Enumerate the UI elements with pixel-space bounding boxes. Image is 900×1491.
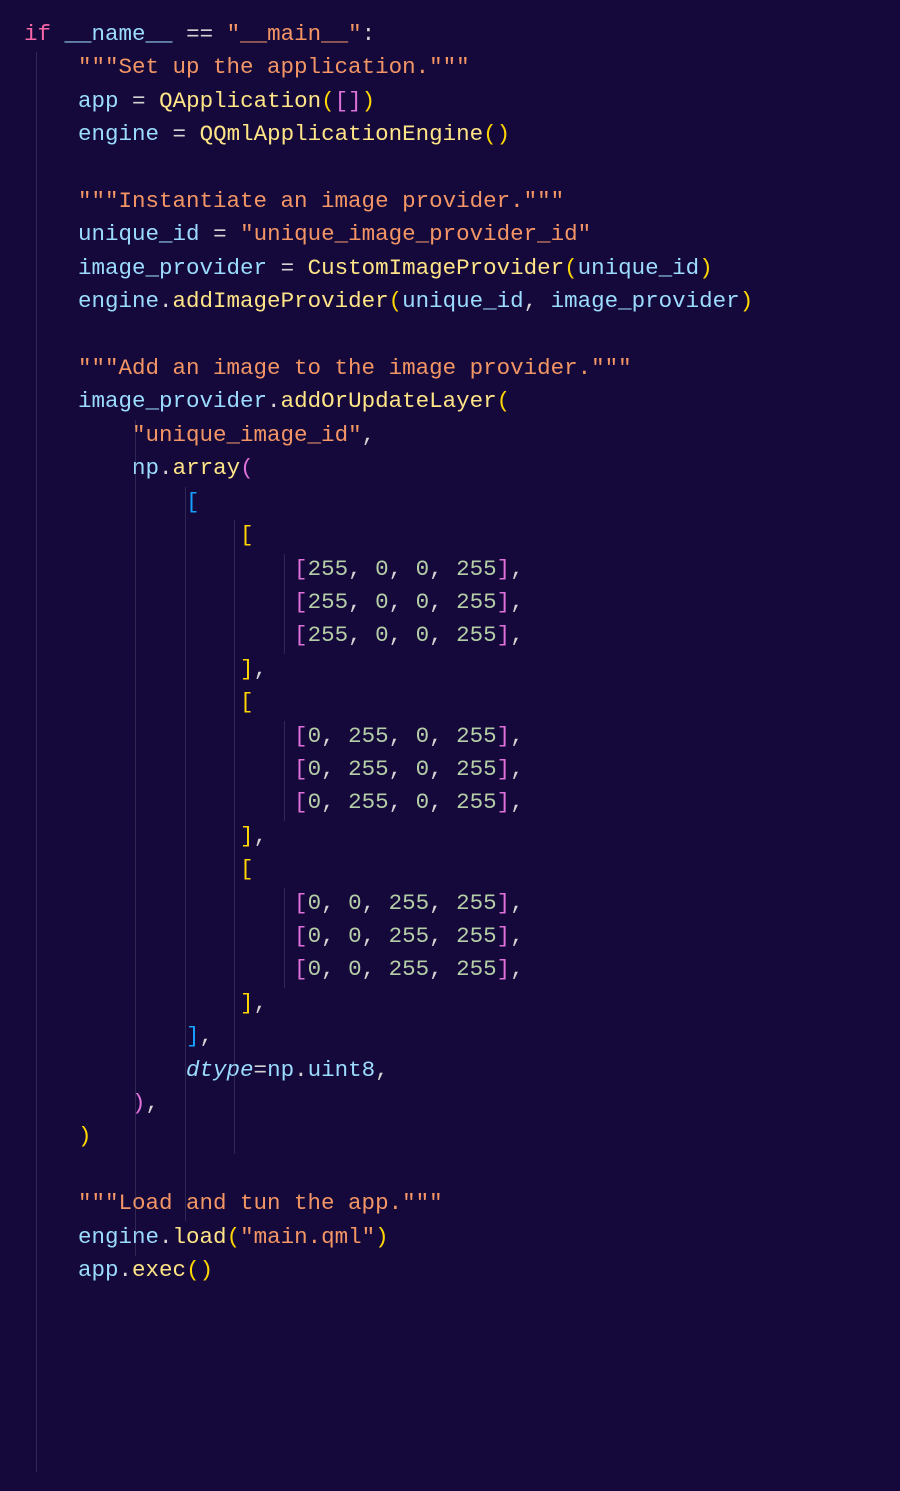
code-line: [ bbox=[24, 522, 254, 548]
code-line: dtype=np.uint8, bbox=[24, 1057, 389, 1083]
code-line: "unique_image_id", bbox=[24, 422, 375, 448]
call-addOrUpdateLayer: addOrUpdateLayer bbox=[281, 388, 497, 414]
code-line: ], bbox=[24, 656, 267, 682]
call-QQmlApplicationEngine: QQmlApplicationEngine bbox=[200, 121, 484, 147]
docstring: """Instantiate an image provider.""" bbox=[78, 188, 564, 214]
code-line: """Add an image to the image provider.""… bbox=[24, 355, 632, 381]
code-line: image_provider.addOrUpdateLayer( bbox=[24, 388, 510, 414]
string-unique-image-id: "unique_image_id" bbox=[132, 422, 362, 448]
call-array: array bbox=[173, 455, 241, 481]
docstring: """Add an image to the image provider.""… bbox=[78, 355, 632, 381]
code-line: engine = QQmlApplicationEngine() bbox=[24, 121, 510, 147]
code-line: """Load and tun the app.""" bbox=[24, 1190, 443, 1216]
code-line: [0, 255, 0, 255], bbox=[24, 789, 524, 815]
code-line bbox=[24, 322, 38, 348]
code-line: [ bbox=[24, 689, 254, 715]
string-unique-id: "unique_image_provider_id" bbox=[240, 221, 591, 247]
code-line bbox=[24, 155, 38, 181]
code-line: [0, 0, 255, 255], bbox=[24, 956, 524, 982]
string-main-qml: "main.qml" bbox=[240, 1224, 375, 1250]
call-CustomImageProvider: CustomImageProvider bbox=[308, 255, 565, 281]
code-line: [255, 0, 0, 255], bbox=[24, 622, 524, 648]
docstring: """Load and tun the app.""" bbox=[78, 1190, 443, 1216]
code-line: [0, 0, 255, 255], bbox=[24, 923, 524, 949]
code-line: image_provider = CustomImageProvider(uni… bbox=[24, 255, 713, 281]
code-line: [0, 255, 0, 255], bbox=[24, 723, 524, 749]
code-line: """Instantiate an image provider.""" bbox=[24, 188, 564, 214]
code-line: ) bbox=[24, 1123, 92, 1149]
docstring: """Set up the application.""" bbox=[78, 54, 470, 80]
keyword-if: if bbox=[24, 21, 51, 47]
kwarg-dtype: dtype bbox=[186, 1057, 254, 1083]
call-exec: exec bbox=[132, 1257, 186, 1283]
code-line: if __name__ == "__main__": bbox=[24, 21, 375, 47]
code-line bbox=[24, 1157, 38, 1183]
code-line: [0, 255, 0, 255], bbox=[24, 756, 524, 782]
code-line: unique_id = "unique_image_provider_id" bbox=[24, 221, 591, 247]
code-line: engine.addImageProvider(unique_id, image… bbox=[24, 288, 753, 314]
code-line: np.array( bbox=[24, 455, 254, 481]
string-main: "__main__" bbox=[227, 21, 362, 47]
code-line: app = QApplication([]) bbox=[24, 88, 375, 114]
code-line: [ bbox=[24, 489, 200, 515]
code-line: ], bbox=[24, 990, 267, 1016]
code-line: """Set up the application.""" bbox=[24, 54, 470, 80]
call-addImageProvider: addImageProvider bbox=[173, 288, 389, 314]
identifier-name: __name__ bbox=[65, 21, 173, 47]
code-line: ], bbox=[24, 823, 267, 849]
code-line: ], bbox=[24, 1023, 213, 1049]
code-line: [ bbox=[24, 856, 254, 882]
code-line: ), bbox=[24, 1090, 159, 1116]
code-line: [0, 0, 255, 255], bbox=[24, 890, 524, 916]
code-editor[interactable]: if __name__ == "__main__": """Set up the… bbox=[0, 0, 900, 1321]
call-load: load bbox=[173, 1224, 227, 1250]
call-QApplication: QApplication bbox=[159, 88, 321, 114]
code-line: app.exec() bbox=[24, 1257, 213, 1283]
code-line: engine.load("main.qml") bbox=[24, 1224, 389, 1250]
code-line: [255, 0, 0, 255], bbox=[24, 589, 524, 615]
code-line: [255, 0, 0, 255], bbox=[24, 556, 524, 582]
